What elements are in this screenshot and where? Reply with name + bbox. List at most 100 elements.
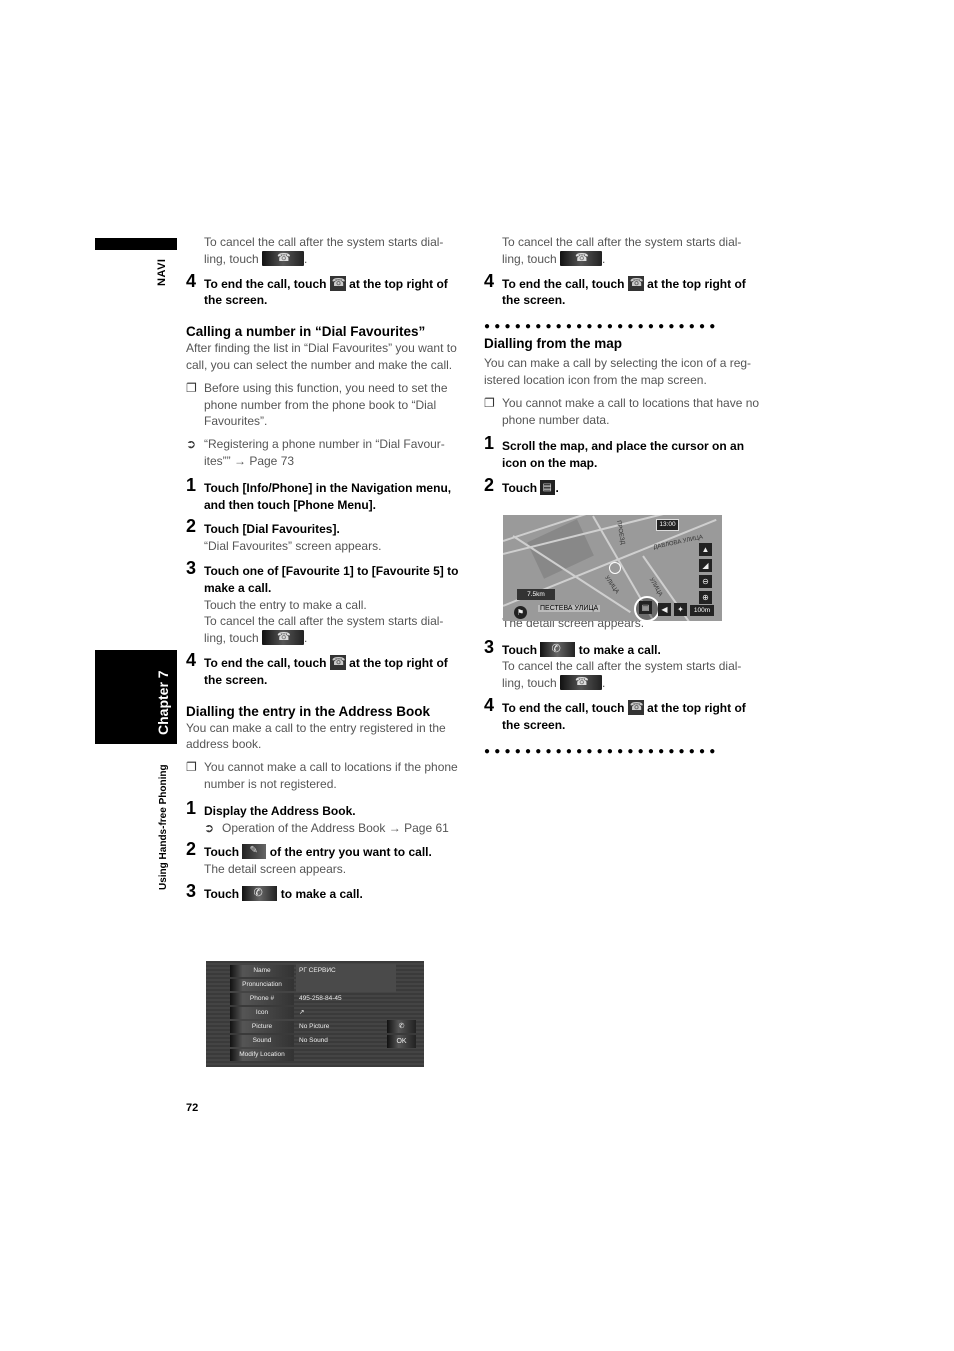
- addr-step-1: 1 Display the Address Book. ➲ Operation …: [186, 799, 466, 837]
- fav-step-2: 2 Touch [Dial Favourites]. “Dial Favouri…: [186, 517, 466, 555]
- map-intro: You can make a call by selecting the ico…: [484, 356, 752, 387]
- step-number: 3: [484, 636, 495, 657]
- step-text: To end the call, touch: [204, 276, 327, 291]
- fav-step-3: 3 Touch one of [Favourite 1] to [Favouri…: [186, 557, 466, 647]
- phone-value: 495-258-84-45: [299, 995, 342, 1002]
- pronunciation-button[interactable]: Pronunciation: [230, 979, 294, 991]
- note-text: You cannot make a call to locations that…: [502, 395, 760, 427]
- step-title: Touch [Dial Favourites].: [204, 522, 340, 537]
- addr-row-name: Name РГ СЕРВИС: [230, 964, 400, 978]
- map-cursor-icon: [609, 562, 621, 574]
- step-text: Touch: [502, 642, 538, 657]
- address-note: ❐ You cannot make a call to locations if…: [186, 759, 466, 793]
- picture-button[interactable]: Picture: [230, 1021, 294, 1033]
- cancel-text-line1: To cancel the call after the system star…: [502, 659, 742, 674]
- cancel-instruction: To cancel the call after the system star…: [186, 234, 466, 268]
- section-divider: ●●●●●●●●●●●●●●●●●●●●●●●: [484, 745, 720, 757]
- pin-icon: ↗: [299, 1009, 305, 1016]
- end-call-icon: [329, 275, 346, 291]
- step-cancel: To cancel the call after the system star…: [204, 613, 466, 647]
- volume-icon[interactable]: ◀: [658, 603, 671, 616]
- info-button[interactable]: ▤: [639, 601, 652, 614]
- addr-row-icon: Icon ↗: [230, 1007, 400, 1019]
- name-value: РГ СЕРВИС: [299, 967, 336, 974]
- phone-button[interactable]: Phone #: [230, 993, 294, 1005]
- map-step-2: 2 Touch .: [484, 476, 764, 497]
- reference-link[interactable]: Operation of the Address Book → Page 61: [222, 821, 449, 835]
- north-up-icon[interactable]: ▲: [699, 543, 712, 556]
- entry-edit-icon: [242, 843, 267, 860]
- step-desc: Touch the entry to make a call.: [204, 597, 367, 612]
- reference-arrow-icon: ➲: [204, 820, 215, 835]
- icon-button[interactable]: Icon: [230, 1007, 294, 1019]
- destination-icon[interactable]: ⚑: [514, 606, 527, 619]
- map-scale[interactable]: 100m: [690, 605, 714, 616]
- step-number: 1: [484, 433, 495, 454]
- left-column: To cancel the call after the system star…: [186, 234, 466, 903]
- end-call-icon: [627, 699, 644, 716]
- cancel-text-line2: ling, touch: [502, 676, 557, 691]
- value-background: [296, 978, 396, 992]
- cancel-instruction: To cancel the call after the system star…: [484, 234, 764, 268]
- checkbox-note-icon: ❐: [186, 760, 197, 775]
- cancel-call-button-icon: [262, 629, 305, 646]
- step-number: 4: [484, 694, 495, 715]
- step-text: to make a call.: [578, 642, 661, 657]
- chapter-tab: Chapter 7: [95, 650, 177, 744]
- cancel-text-line2: ling, touch: [204, 631, 259, 646]
- step-text: To end the call, touch: [204, 655, 327, 670]
- chapter-label: Chapter 7: [155, 670, 171, 735]
- note-text: You cannot make a call to locations if t…: [204, 760, 458, 791]
- step-text: to make a call.: [280, 886, 363, 901]
- ok-button[interactable]: OK: [387, 1035, 416, 1048]
- checkbox-note-icon: ❐: [186, 380, 197, 395]
- zoom-in-icon[interactable]: ⊕: [699, 591, 712, 604]
- sound-value: No Sound: [299, 1037, 328, 1044]
- cancel-call-button-icon: [262, 250, 305, 267]
- step-number: 2: [186, 839, 197, 860]
- reference-link[interactable]: “Registering a phone number in “Dial Fav…: [204, 437, 445, 468]
- step-number: 3: [186, 880, 197, 901]
- step-text: Touch: [204, 886, 240, 901]
- favourites-ref: ➲ “Registering a phone number in “Dial F…: [186, 436, 466, 470]
- step-text: .: [555, 480, 559, 495]
- navi-text: NAVI: [156, 258, 168, 286]
- current-street: ПЕСТЕВА УЛИЦА: [538, 605, 601, 612]
- map-step-4: 4 To end the call, touch at the top righ…: [484, 694, 764, 734]
- step-title: Scroll the map, and place the cursor on …: [502, 439, 745, 471]
- distance-readout: 7.5km: [517, 589, 555, 600]
- navi-tab-bar: [95, 238, 177, 250]
- address-ref: ➲ Operation of the Address Book → Page 6…: [204, 820, 466, 837]
- addr-step-3: 3 Touch to make a call.: [186, 880, 466, 903]
- step-cancel: To cancel the call after the system star…: [502, 658, 764, 692]
- address-detail-screenshot: Name РГ СЕРВИС Pronunciation Phone # 495…: [206, 961, 424, 1067]
- picture-value: No Picture: [299, 1023, 330, 1030]
- call-button[interactable]: ✆: [387, 1020, 416, 1033]
- favourites-note: ❐ Before using this function, you need t…: [186, 380, 466, 430]
- step-number: 3: [186, 557, 197, 578]
- step-number: 4: [186, 649, 197, 670]
- addr-row-modify: Modify Location: [230, 1049, 400, 1061]
- page-number: 72: [186, 1102, 199, 1114]
- checkbox-note-icon: ❐: [484, 395, 495, 410]
- zoom-out-icon[interactable]: ⊖: [699, 575, 712, 588]
- guidance-icon[interactable]: ✦: [674, 603, 687, 616]
- reference-arrow-icon: ➲: [186, 437, 197, 452]
- modify-location-button[interactable]: Modify Location: [230, 1049, 294, 1061]
- fav-step-4: 4 To end the call, touch at the top righ…: [186, 649, 466, 689]
- step-title: Touch one of [Favourite 1] to [Favourite…: [204, 563, 459, 595]
- map-step-1: 1 Scroll the map, and place the cursor o…: [484, 433, 764, 472]
- addr-step-2: 2 Touch of the entry you want to call. T…: [186, 839, 466, 878]
- step-title: Touch [Info/Phone] in the Navigation men…: [204, 480, 452, 512]
- sound-button[interactable]: Sound: [230, 1035, 294, 1047]
- step-text: To end the call, touch: [502, 700, 625, 715]
- name-button[interactable]: Name: [230, 965, 294, 977]
- street-label: ДАВЛОВА УЛИЦА: [653, 534, 704, 551]
- navi-tab-label: NAVI: [154, 258, 174, 288]
- compass-icon[interactable]: ◢: [699, 559, 712, 572]
- addr-row-picture: Picture No Picture: [230, 1021, 400, 1033]
- step-4: 4 To end the call, touch at the top righ…: [186, 272, 466, 310]
- addr-row-sound: Sound No Sound: [230, 1035, 400, 1047]
- favourites-intro: After finding the list in “Dial Favourit…: [186, 341, 457, 372]
- section-heading-favourites: Calling a number in “Dial Favourites”: [186, 324, 426, 340]
